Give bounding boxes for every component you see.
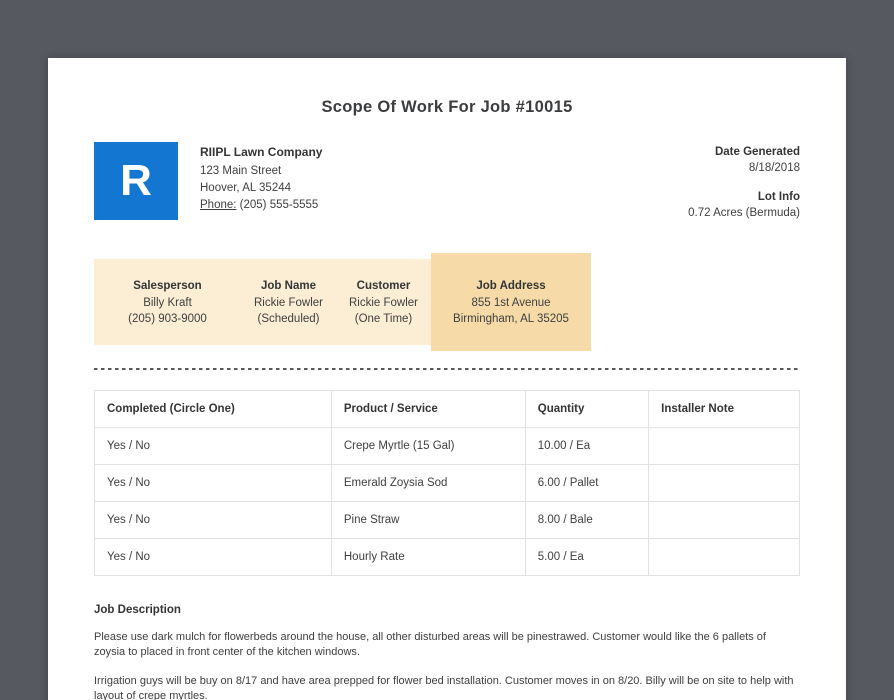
lot-info-label: Lot Info xyxy=(757,191,800,203)
salesperson-phone: (205) 903-9000 xyxy=(128,312,207,325)
table-row: Yes / No Pine Straw 8.00 / Bale xyxy=(94,501,800,539)
column-header-quantity: Quantity xyxy=(524,390,650,428)
customer-type: (One Time) xyxy=(354,312,413,325)
date-generated-value: 8/18/2018 xyxy=(748,162,800,174)
company-logo: R xyxy=(94,142,178,220)
job-description-paragraph: Please use dark mulch for flowerbeds aro… xyxy=(94,631,766,658)
document-page: Scope Of Work For Job #10015 R RIIPL Law… xyxy=(48,58,846,700)
cell-product: Pine Straw xyxy=(330,501,526,539)
cell-quantity: 8.00 / Bale xyxy=(524,501,650,539)
document-title: Scope Of Work For Job #10015 xyxy=(321,98,573,116)
cell-completed: Yes / No xyxy=(94,501,332,539)
salesperson-label: Salesperson xyxy=(133,279,202,292)
document-meta: Date Generated 8/18/2018 Lot Info 0.72 A… xyxy=(688,142,800,221)
date-generated-group: Date Generated 8/18/2018 xyxy=(688,144,800,176)
column-header-installer-note: Installer Note xyxy=(648,390,800,428)
table-row: Yes / No Hourly Rate 5.00 / Ea xyxy=(94,538,800,576)
viewer-background: Scope Of Work For Job #10015 R RIIPL Law… xyxy=(0,0,894,700)
document-header: R RIIPL Lawn Company 123 Main Street Hoo… xyxy=(94,142,800,221)
lot-info-value: 0.72 Acres (Bermuda) xyxy=(688,207,800,219)
customer-column: Customer Rickie Fowler (One Time) xyxy=(336,278,431,327)
dashed-divider xyxy=(94,368,800,370)
logo-letter: R xyxy=(120,156,152,205)
cell-completed: Yes / No xyxy=(94,464,332,502)
table-row: Yes / No Crepe Myrtle (15 Gal) 10.00 / E… xyxy=(94,427,800,465)
job-address-line1: 855 1st Avenue xyxy=(471,296,551,309)
company-phone: Phone: (205) 555-5555 xyxy=(200,197,322,213)
job-name-label: Job Name xyxy=(261,279,316,292)
job-name-value: Rickie Fowler xyxy=(253,296,323,309)
job-name-status: (Scheduled) xyxy=(257,312,320,325)
customer-name: Rickie Fowler xyxy=(348,296,418,309)
company-address-line1: 123 Main Street xyxy=(200,165,282,177)
salesperson-name: Billy Kraft xyxy=(143,296,192,309)
customer-label: Customer xyxy=(356,279,411,292)
company-name: RIIPL Lawn Company xyxy=(200,145,323,159)
column-header-completed: Completed (Circle One) xyxy=(94,390,332,428)
phone-number: (205) 555-5555 xyxy=(239,199,319,211)
company-address-line2: Hoover, AL 35244 xyxy=(200,182,292,194)
cell-installer-note xyxy=(648,501,800,539)
date-generated-label: Date Generated xyxy=(714,146,800,158)
cell-installer-note xyxy=(648,538,800,576)
table-header-row: Completed (Circle One) Product / Service… xyxy=(94,390,800,428)
job-address-label: Job Address xyxy=(476,279,546,292)
lot-info-group: Lot Info 0.72 Acres (Bermuda) xyxy=(688,189,800,221)
cell-quantity: 10.00 / Ea xyxy=(524,427,650,465)
phone-label: Phone: xyxy=(200,199,237,211)
work-items-table: Completed (Circle One) Product / Service… xyxy=(94,390,800,576)
job-address-line2: Birmingham, AL 35205 xyxy=(453,312,569,325)
cell-product: Hourly Rate xyxy=(330,538,526,576)
cell-quantity: 6.00 / Pallet xyxy=(524,464,650,502)
job-description-heading: Job Description xyxy=(94,604,181,616)
cell-installer-note xyxy=(648,464,800,502)
company-info: RIIPL Lawn Company 123 Main Street Hoove… xyxy=(200,142,322,214)
cell-installer-note xyxy=(648,427,800,465)
cell-quantity: 5.00 / Ea xyxy=(524,538,650,576)
cell-product: Emerald Zoysia Sod xyxy=(330,464,526,502)
job-info-bar: Salesperson Billy Kraft (205) 903-9000 J… xyxy=(94,253,591,351)
salesperson-column: Salesperson Billy Kraft (205) 903-9000 xyxy=(94,278,241,327)
job-address-column: Job Address 855 1st Avenue Birmingham, A… xyxy=(431,253,591,351)
cell-product: Crepe Myrtle (15 Gal) xyxy=(330,427,526,465)
column-header-product-service: Product / Service xyxy=(330,390,526,428)
cell-completed: Yes / No xyxy=(94,427,332,465)
job-description-paragraph: Irrigation guys will be buy on 8/17 and … xyxy=(94,675,794,700)
cell-completed: Yes / No xyxy=(94,538,332,576)
job-name-column: Job Name Rickie Fowler (Scheduled) xyxy=(241,278,336,327)
table-row: Yes / No Emerald Zoysia Sod 6.00 / Palle… xyxy=(94,464,800,502)
